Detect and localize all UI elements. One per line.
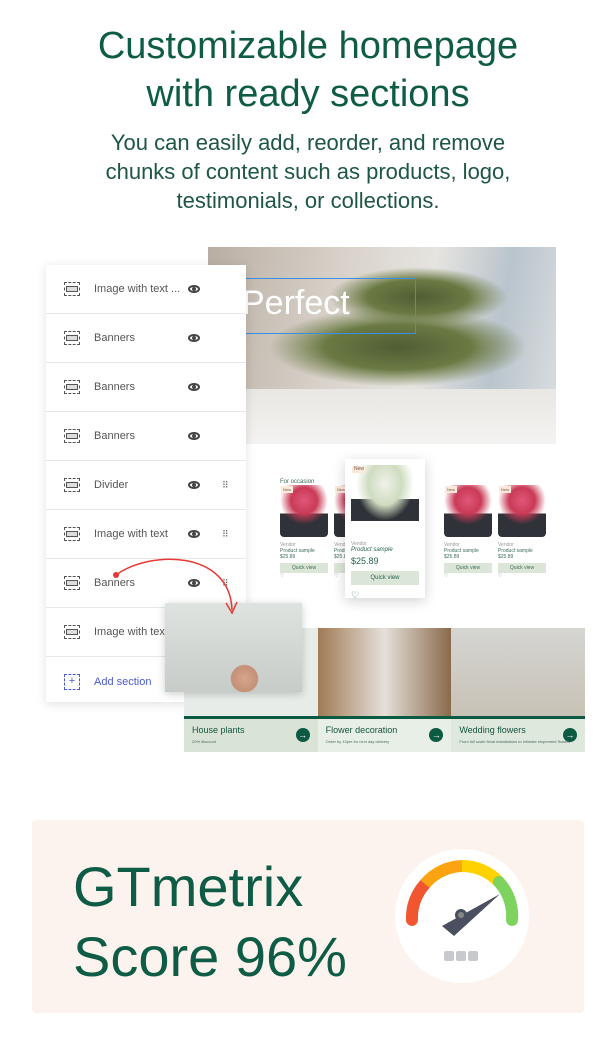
product-card[interactable]: NewVendorProduct sample$25.89Quick view♡ <box>280 485 328 579</box>
heart-icon[interactable]: ♡ <box>351 590 419 601</box>
heart-icon[interactable]: ♡ <box>280 573 328 579</box>
banner-icon <box>64 380 80 394</box>
gtmetrix-panel: GTmetrix Score 96% <box>32 820 584 1013</box>
banner-icon <box>64 429 80 443</box>
new-badge: New <box>352 466 367 473</box>
eye-icon[interactable] <box>188 383 200 391</box>
new-badge: New <box>499 486 512 493</box>
drag-handle-icon[interactable]: ⠿ <box>222 529 229 540</box>
eye-icon[interactable] <box>188 334 200 342</box>
quick-view-button[interactable]: Quick view <box>351 571 419 585</box>
eye-icon[interactable] <box>188 432 200 440</box>
product-image: New <box>498 485 546 537</box>
image-text-icon <box>64 527 80 541</box>
product-image: New <box>444 485 492 537</box>
page-subtitle: You can easily add, reorder, and remove c… <box>105 130 511 213</box>
section-item[interactable]: Image with text ... <box>46 265 246 314</box>
product-card[interactable]: NewVendorProduct sample$25.89Quick view♡ <box>444 485 492 579</box>
product-card[interactable]: New Vendor Product sample $25.89 Quick v… <box>345 459 425 601</box>
section-item[interactable]: Banners <box>46 363 246 412</box>
collection-tile[interactable]: Flower decoration Order by 10pm for next … <box>317 628 452 752</box>
eye-icon[interactable] <box>188 530 200 538</box>
heart-icon[interactable]: ♡ <box>498 573 546 579</box>
arrow-right-icon[interactable]: → <box>563 728 578 742</box>
drag-arrow <box>113 558 238 615</box>
section-item[interactable]: Divider ⠿ <box>46 461 246 510</box>
banner-icon <box>64 478 80 492</box>
arrow-right-icon[interactable]: → <box>295 728 310 742</box>
product-image: New <box>280 485 328 537</box>
quick-view-button[interactable]: Quick view <box>444 563 492 573</box>
eye-icon[interactable] <box>188 481 200 489</box>
section-item[interactable]: Banners <box>46 314 246 363</box>
plus-icon: + <box>64 673 80 690</box>
banner-icon <box>64 576 80 590</box>
gauge-icon <box>395 849 529 983</box>
collection-image <box>451 628 586 716</box>
hero-text[interactable]: Perfect <box>242 284 350 323</box>
collection-tile[interactable]: Wedding flowers From full scale floral in… <box>451 628 586 752</box>
section-item[interactable]: Banners <box>46 412 246 461</box>
image-text-icon <box>64 625 80 639</box>
new-badge: New <box>281 486 294 493</box>
image-text-icon <box>64 282 80 296</box>
eye-icon[interactable] <box>188 285 200 293</box>
new-badge: New <box>445 486 458 493</box>
heart-icon[interactable]: ♡ <box>444 573 492 579</box>
banner-icon <box>64 331 80 345</box>
quick-view-button[interactable]: Quick view <box>280 563 328 573</box>
hero-image <box>208 247 556 444</box>
section-item[interactable]: Image with text ⠿ <box>46 510 246 559</box>
drag-handle-icon[interactable]: ⠿ <box>222 480 229 491</box>
page-title: Customizable homepage with ready sections <box>97 25 519 115</box>
quick-view-button[interactable]: Quick view <box>498 563 546 573</box>
product-card[interactable]: NewVendorProduct sample$25.89Quick view♡ <box>498 485 546 579</box>
product-image: New <box>351 465 419 527</box>
collection-image <box>317 628 452 716</box>
